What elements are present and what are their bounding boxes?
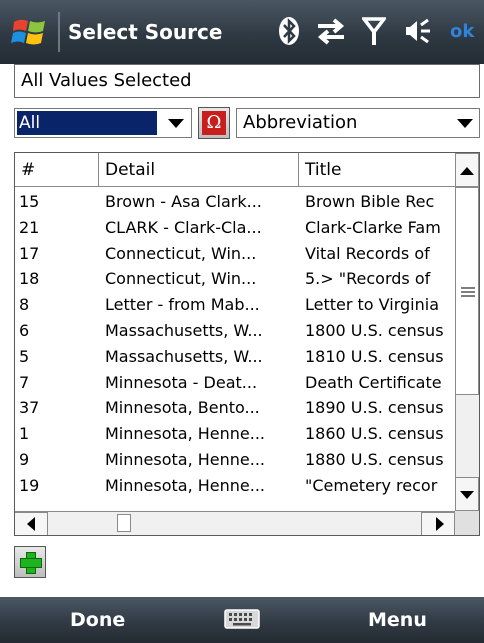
row-title: Brown Bible Rec	[305, 192, 435, 211]
row-detail: Connecticut, Win...	[105, 243, 257, 263]
keyboard-icon[interactable]	[224, 608, 260, 630]
softkey-bar: Done Menu	[0, 597, 484, 643]
arrow-down-icon	[460, 491, 474, 499]
row-detail: Letter - from Mab...	[105, 295, 260, 315]
row-number: 21	[19, 217, 40, 237]
list-item[interactable]: 1 Minnesota, Henne... 1860 U.S. census	[15, 421, 455, 447]
title-separator	[58, 12, 60, 52]
scroll-right-button[interactable]	[421, 512, 455, 535]
list-item[interactable]: 9 Minnesota, Henne... 1880 U.S. census	[15, 447, 455, 473]
row-detail: Minnesota, Henne...	[105, 475, 266, 495]
filter-field[interactable]: All Values Selected	[14, 64, 480, 98]
row-title: 1810 U.S. census	[305, 346, 444, 366]
arrow-right-icon	[436, 517, 444, 531]
scroll-down-button[interactable]	[455, 477, 479, 511]
list-item[interactable]: 5 Massachusetts, W... 1810 U.S. census	[15, 344, 455, 370]
row-detail: Minnesota, Henne...	[105, 449, 266, 469]
omega-icon: Ω	[202, 111, 226, 135]
row-title: "Cemetery recor	[305, 475, 438, 495]
row-detail: Minnesota - Deat...	[105, 372, 258, 392]
category-selected-value: All	[17, 111, 157, 135]
list-rows: 15 Brown - Asa Clark... Brown Bible Rec 21…	[15, 189, 455, 499]
row-number: 8	[19, 295, 30, 315]
row-detail: CLARK - Clark-Cla...	[105, 217, 262, 237]
plus-icon	[19, 551, 42, 574]
category-dropdown[interactable]: All	[14, 108, 192, 138]
row-number: 6	[19, 320, 30, 340]
ok-button[interactable]: ok	[450, 0, 474, 64]
list-item[interactable]: 21 CLARK - Clark-Cla... Clark-Clarke Fam	[15, 215, 455, 241]
scroll-up-button[interactable]	[455, 153, 479, 187]
list-item[interactable]: 19 Minnesota, Henne... "Cemetery recor	[15, 473, 455, 499]
row-detail: Massachusetts, W...	[105, 346, 263, 366]
source-list[interactable]: # Detail Title 15 Brown - Asa Clark... Bro…	[14, 152, 480, 536]
sort-selected-value: Abbreviation	[243, 112, 358, 133]
list-item[interactable]: 15 Brown - Asa Clark... Brown Bible Rec	[15, 189, 455, 215]
row-title: 1880 U.S. census	[305, 449, 444, 469]
row-number: 1	[19, 424, 30, 444]
signal-antenna-icon[interactable]	[362, 16, 386, 46]
scroll-left-button[interactable]	[15, 512, 48, 535]
row-number: 37	[19, 398, 40, 418]
row-detail: Minnesota, Bento...	[105, 398, 260, 418]
sort-dropdown[interactable]: Abbreviation	[236, 108, 480, 138]
row-detail: Connecticut, Win...	[105, 269, 257, 289]
list-item[interactable]: 7 Minnesota - Deat... Death Certificate	[15, 370, 455, 396]
row-title: 1890 U.S. census	[305, 398, 444, 418]
row-title: Vital Records of	[305, 243, 430, 263]
list-header: # Detail Title	[15, 153, 455, 187]
row-title: 5.> "Records of	[305, 269, 431, 289]
horizontal-scroll-thumb[interactable]	[117, 514, 131, 532]
list-item[interactable]: 18 Connecticut, Win... 5.> "Records of	[15, 266, 455, 292]
row-number: 9	[19, 449, 30, 469]
done-button[interactable]: Done	[70, 597, 125, 643]
row-number: 19	[19, 475, 40, 495]
row-title: Letter to Virginia	[305, 295, 440, 315]
filter-value: All Values Selected	[21, 70, 192, 91]
row-number: 18	[19, 269, 40, 289]
column-header-title[interactable]: Title	[299, 153, 455, 187]
horizontal-scrollbar[interactable]	[15, 511, 455, 535]
title-bar: Select Source ok	[0, 0, 484, 64]
list-item[interactable]: 8 Letter - from Mab... Letter to Virginia	[15, 292, 455, 318]
scrollbar-corner	[455, 511, 479, 535]
page-title: Select Source	[68, 20, 223, 44]
row-number: 5	[19, 346, 30, 366]
list-item[interactable]: 6 Massachusetts, W... 1800 U.S. census	[15, 318, 455, 344]
row-title: Clark-Clarke Fam	[305, 217, 441, 237]
menu-button[interactable]: Menu	[368, 597, 427, 643]
row-title: Death Certificate	[305, 372, 442, 392]
vertical-scroll-thumb[interactable]	[455, 187, 479, 395]
row-number: 15	[19, 192, 40, 211]
vertical-scrollbar[interactable]	[455, 153, 479, 511]
chevron-down-icon	[457, 119, 473, 128]
list-item[interactable]: 17 Connecticut, Win... Vital Records of	[15, 241, 455, 267]
row-title: 1860 U.S. census	[305, 424, 444, 444]
add-source-button[interactable]	[14, 546, 46, 578]
column-header-detail[interactable]: Detail	[99, 153, 299, 187]
row-detail: Massachusetts, W...	[105, 320, 263, 340]
row-number: 17	[19, 243, 40, 263]
bluetooth-icon[interactable]	[278, 16, 300, 46]
special-characters-button[interactable]: Ω	[198, 107, 230, 139]
arrow-up-icon	[460, 167, 474, 175]
row-number: 7	[19, 372, 30, 392]
windows-start-icon[interactable]	[10, 12, 50, 52]
list-item[interactable]: 37 Minnesota, Bento... 1890 U.S. census	[15, 395, 455, 421]
column-header-number[interactable]: #	[15, 153, 99, 187]
speaker-icon[interactable]	[402, 16, 432, 46]
row-title: 1800 U.S. census	[305, 320, 444, 340]
row-detail: Minnesota, Henne...	[105, 424, 266, 444]
row-detail: Brown - Asa Clark...	[105, 192, 262, 211]
grip-lines-icon	[461, 287, 475, 297]
sync-arrows-icon[interactable]	[316, 16, 346, 46]
arrow-left-icon	[27, 517, 35, 531]
chevron-down-icon	[168, 119, 184, 128]
